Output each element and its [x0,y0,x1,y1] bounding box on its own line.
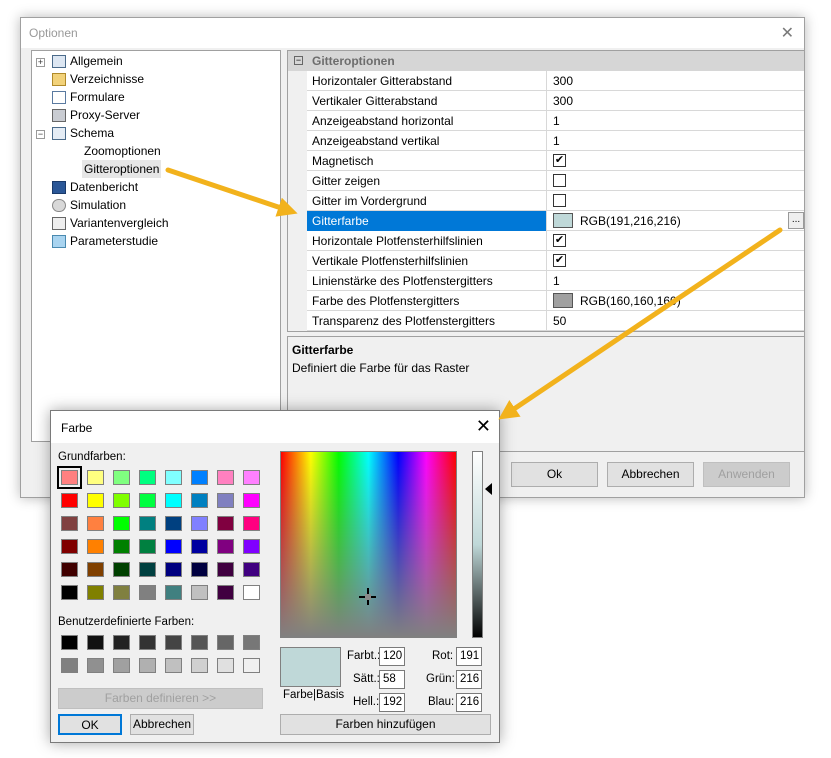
arrow-to-gitterfarbe [165,167,298,217]
arrow-to-color-dialog [498,227,783,420]
annotation-arrows [165,167,783,420]
